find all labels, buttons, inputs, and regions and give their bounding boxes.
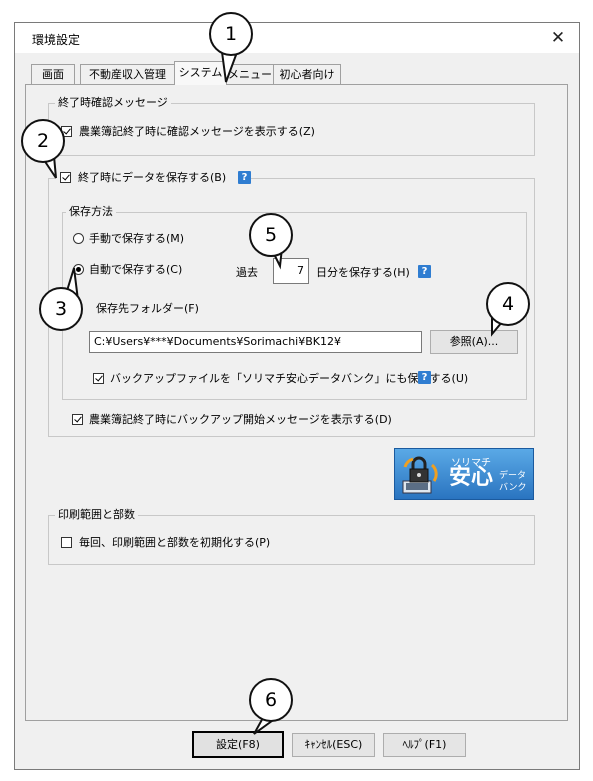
callout-1: 1 <box>209 12 253 56</box>
callout-2: 2 <box>21 119 65 163</box>
callout-6: 6 <box>249 678 293 722</box>
callout-tails <box>42 50 504 735</box>
callout-4: 4 <box>486 282 530 326</box>
callout-tail-1 <box>220 50 238 83</box>
callout-3: 3 <box>39 287 83 331</box>
callout-5: 5 <box>249 213 293 257</box>
